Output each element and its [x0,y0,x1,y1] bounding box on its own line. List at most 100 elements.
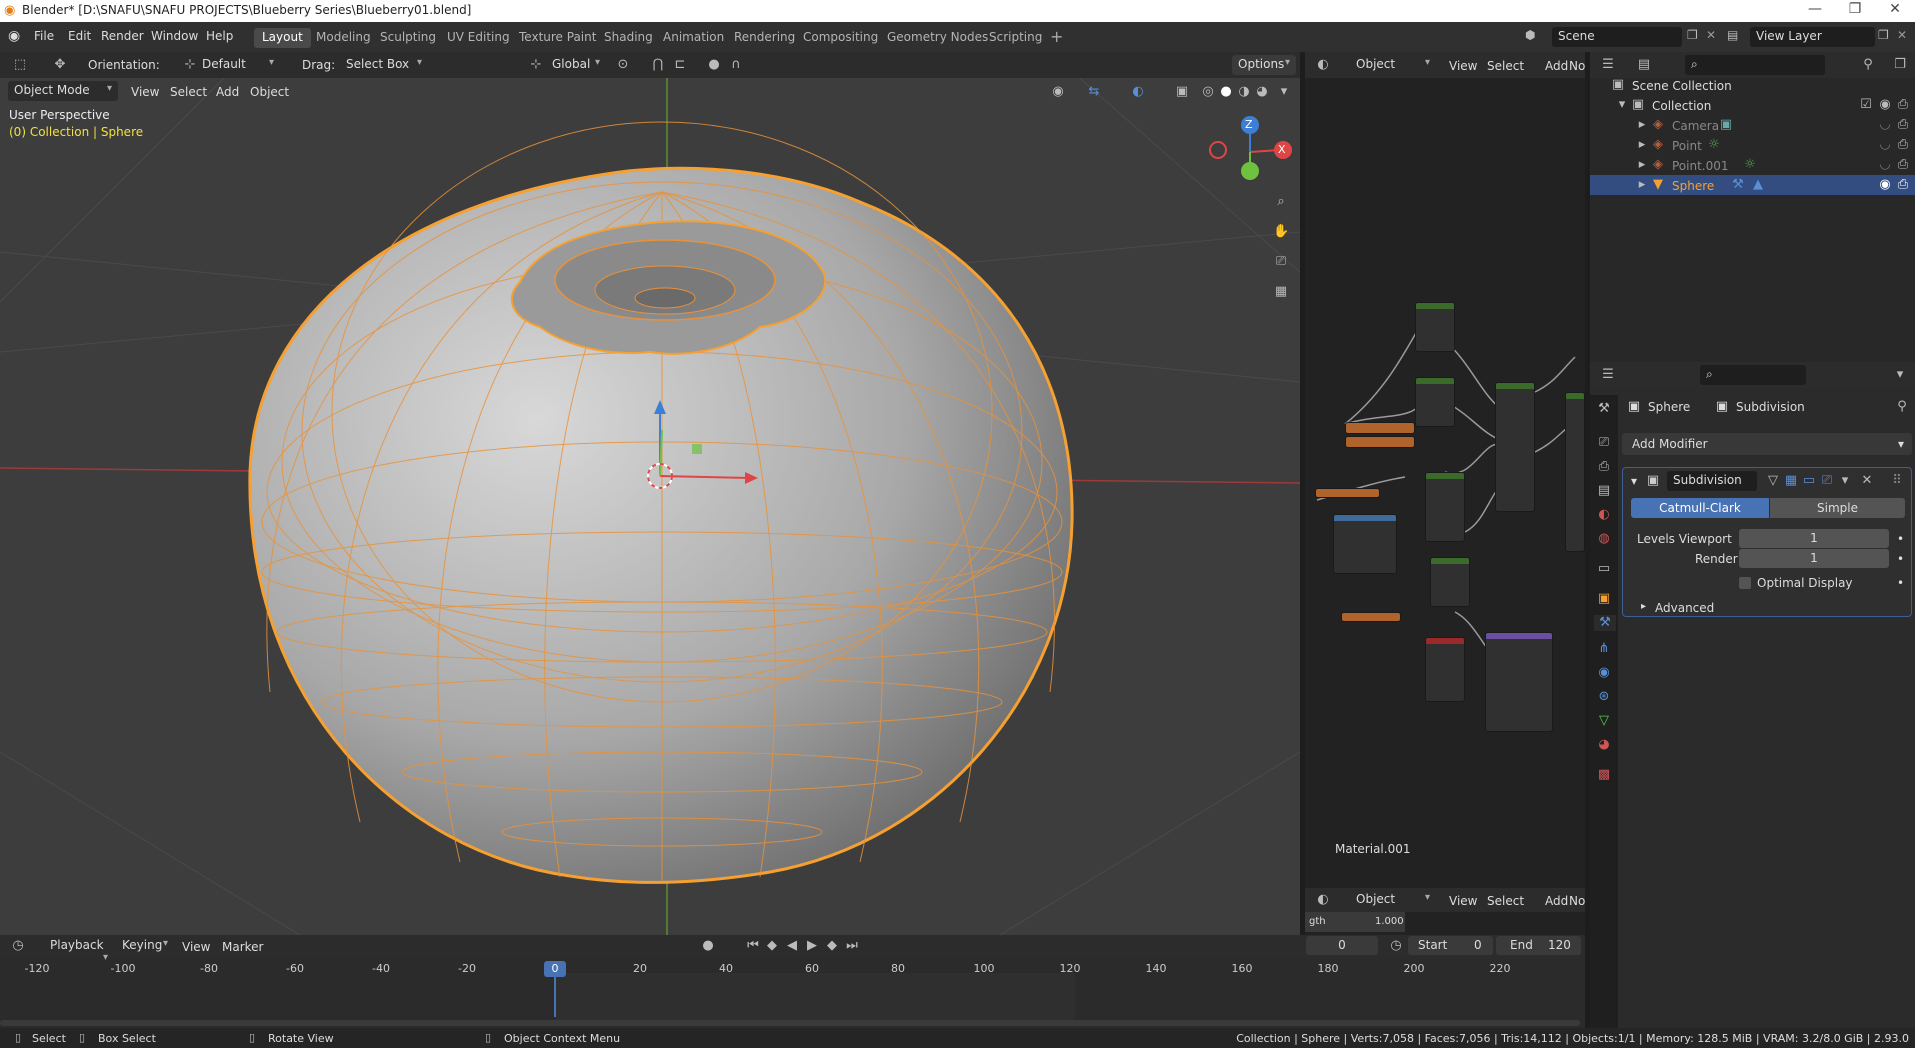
tab-shading[interactable]: Shading [596,28,661,48]
particles-tab-icon[interactable]: ⋔ [1596,641,1612,657]
ne-footer-menu-view[interactable]: View [1449,894,1477,908]
collection-checkbox-icon[interactable]: ☑ [1858,97,1874,113]
edit-mode-icon[interactable]: ▽ [1765,473,1781,489]
playhead-line[interactable] [554,977,556,1017]
menu-help[interactable]: Help [206,29,233,43]
render-display-icon[interactable]: ⎚ [1819,473,1835,489]
collection-visibility-icon[interactable]: ◉ [1877,97,1893,113]
node-length-field[interactable]: gth 1.000 [1305,912,1405,932]
node-principled-bsdf[interactable] [1495,382,1535,512]
node-editor-footer-object-dropdown[interactable]: Object ▾ [1350,890,1436,910]
advanced-chevron-icon[interactable]: ▸ [1641,601,1646,612]
node-material-output[interactable] [1425,637,1465,702]
point001-render-icon[interactable]: ⎙ [1895,157,1911,173]
tab-scripting[interactable]: Scripting [981,28,1050,48]
gizmo-toggle-icon[interactable]: ⇆ [1086,84,1102,100]
shader-node-editor[interactable]: Material.001 [1305,52,1585,935]
outliner-item-sphere[interactable]: ▸ ▼ Sphere ⚒ ▲ ◉ ⎙ [1590,175,1915,195]
menu-object[interactable]: Object [250,85,289,99]
node-color-ramp[interactable] [1333,514,1397,574]
expand-chevron-icon[interactable]: ▸ [1634,137,1650,153]
outliner-scene-collection[interactable]: ▣ Scene Collection [1590,75,1915,95]
start-frame-field[interactable]: Start 0 [1408,936,1493,955]
blender-menu-icon[interactable]: ◉ [8,28,20,44]
orientation-dropdown[interactable]: Default ▾ [196,55,280,75]
timeline-scrollbar[interactable] [0,1020,1580,1026]
camera-view-icon[interactable]: ⎚ [1273,254,1289,270]
menu-file[interactable]: File [34,29,54,43]
properties-type-icon[interactable]: ☰ [1600,367,1616,383]
ne-footer-menu-add[interactable]: Add [1545,894,1568,908]
node-texture-2[interactable] [1415,377,1455,427]
play-reverse-icon[interactable]: ◀ [784,938,800,954]
point-visibility-icon[interactable]: ◡ [1877,137,1893,153]
outliner-item-camera[interactable]: ▸ ◈ Camera ▣ ◡ ⎙ [1590,115,1915,135]
overlays-icon[interactable]: ◐ [1130,84,1146,100]
tab-rendering[interactable]: Rendering [726,28,803,48]
output-tab-icon[interactable]: ⎙ [1596,459,1612,475]
modifier-name-field[interactable]: Subdivision [1667,471,1757,491]
tab-animation[interactable]: Animation [655,28,732,48]
node-value-2[interactable] [1345,436,1415,448]
node-editor-footer-type-icon[interactable]: ◐ [1315,892,1331,908]
xray-icon[interactable]: ▣ [1174,84,1190,100]
cage-icon[interactable]: ▦ [1783,473,1799,489]
properties-editor[interactable] [1590,362,1915,1028]
node-value-3[interactable] [1315,488,1380,498]
editor-type-icon[interactable]: ⬚ [12,57,28,73]
ne-footer-menu-node[interactable]: No [1569,894,1585,908]
preview-range-icon[interactable]: ◷ [1388,938,1404,954]
tab-modeling[interactable]: Modeling [308,28,379,48]
keyframe-dot-icon[interactable]: • [1897,532,1904,546]
next-keyframe-icon[interactable]: ◆ [824,938,840,954]
sphere-object[interactable] [248,121,1074,884]
node-partial-right[interactable] [1565,392,1585,552]
playhead-label[interactable]: 0 [544,961,566,977]
jump-end-icon[interactable]: ⏭ [844,938,860,954]
current-frame-field[interactable]: 0 [1306,936,1378,955]
shading-options-icon[interactable]: ▾ [1276,84,1292,100]
ne-menu-select[interactable]: Select [1487,59,1524,73]
menu-window[interactable]: Window [151,29,198,43]
shading-material-icon[interactable]: ◑ [1236,84,1252,100]
outliner-search-input[interactable]: ⌕ [1685,55,1825,75]
remove-modifier-icon[interactable]: ✕ [1859,473,1875,489]
camera-render-icon[interactable]: ⎙ [1895,117,1911,133]
new-view-layer-icon[interactable]: ❐ [1878,28,1889,42]
transform-orientation-dropdown[interactable]: Global ▾ [546,55,606,75]
add-workspace-icon[interactable]: + [1050,27,1063,46]
proportional-edit-icon[interactable]: ● [706,57,722,73]
tool-tab-icon[interactable]: ⚒ [1596,401,1612,417]
node-value-1[interactable] [1345,422,1415,434]
levels-viewport-field[interactable]: 1 [1739,529,1889,548]
keyframe-dot-icon[interactable]: • [1897,576,1904,590]
catmull-clark-button[interactable]: Catmull-Clark [1631,498,1769,518]
render-levels-field[interactable]: 1 [1739,549,1889,568]
close-icon[interactable]: ✕ [1875,1,1915,17]
view-layer-tab-icon[interactable]: ▤ [1596,483,1612,499]
menu-view[interactable]: View [131,85,159,99]
properties-options-icon[interactable]: ▾ [1892,367,1908,383]
node-texture-4[interactable] [1430,557,1470,607]
shading-wireframe-icon[interactable]: ◎ [1200,84,1216,100]
node-editor-object-dropdown[interactable]: Object ▾ [1350,55,1436,75]
timeline-menu-marker[interactable]: Marker [222,940,263,954]
menu-select[interactable]: Select [170,85,207,99]
world-tab-icon[interactable]: ◍ [1596,531,1612,547]
menu-edit[interactable]: Edit [68,29,91,43]
node-value-4[interactable] [1341,612,1401,622]
outliner-type-icon[interactable]: ☰ [1600,57,1616,73]
playback-dropdown[interactable]: Playback ▾ [44,936,114,963]
modifier-tab-icon[interactable]: ⚒ [1594,615,1616,631]
keying-dropdown[interactable]: Keying ▾ [116,936,174,956]
texture-tab-icon[interactable]: ▩ [1596,767,1612,783]
point001-visibility-icon[interactable]: ◡ [1877,157,1893,173]
ortho-grid-icon[interactable]: ▦ [1273,284,1289,300]
sphere-render-icon[interactable]: ⎙ [1895,177,1911,193]
object-tab-icon[interactable]: ▣ [1596,591,1612,607]
node-editor-type-icon[interactable]: ◐ [1315,57,1331,73]
simple-button[interactable]: Simple [1770,498,1905,518]
collection-tab-icon[interactable]: ▭ [1596,561,1612,577]
jump-start-icon[interactable]: ⏮ [745,938,761,954]
outliner-item-point-001[interactable]: ▸ ◈ Point.001 ☼ ◡ ⎙ [1590,155,1915,175]
